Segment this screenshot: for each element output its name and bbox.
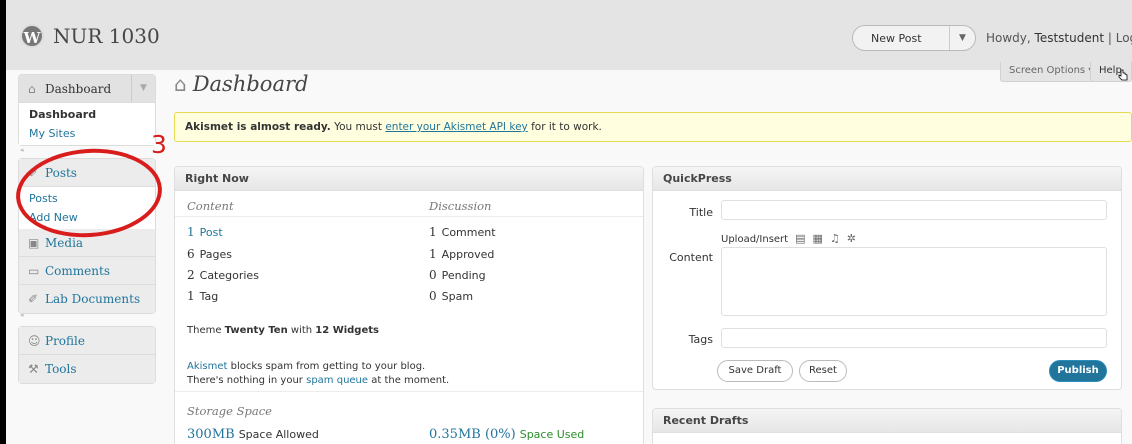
screen-options-tab[interactable]: Screen Options ▾ (1000, 62, 1103, 82)
akismet-notice: Akismet is almost ready. You must enter … (174, 112, 1132, 142)
howdy-text: Howdy, Teststudent | Log Ou (986, 31, 1132, 45)
content-categories-count[interactable]: 2 Categories (187, 268, 259, 282)
submenu-dashboard[interactable]: Dashboard (19, 105, 155, 124)
quickpress-widget: QuickPress Title Upload/Insert ▤ ▦ ♫ ✲ Conte… (652, 166, 1122, 390)
site-name[interactable]: NUR 1030 (53, 24, 160, 48)
discussion-comments-count[interactable]: 1 Comment (429, 225, 496, 239)
upload-insert-label: Upload/Insert (721, 234, 789, 245)
notice-text-2: for it to work. (527, 121, 602, 133)
discussion-spam-count[interactable]: 0 Spam (429, 289, 473, 303)
recent-drafts-widget: Recent Drafts (652, 408, 1122, 444)
howdy-prefix: Howdy, (986, 31, 1035, 45)
notice-text-1: You must (330, 121, 386, 133)
widgets-count[interactable]: 12 Widgets (315, 325, 379, 336)
page-title: ⌂ Dashboard (174, 72, 308, 96)
menu-profile-label: Profile (45, 334, 85, 348)
new-post-label[interactable]: New Post (871, 32, 922, 45)
menu-lab-documents[interactable]: ✐ Lab Documents (19, 285, 155, 313)
akismet-api-key-link[interactable]: enter your Akismet API key (385, 121, 527, 133)
audio-upload-icon[interactable]: ♫ (830, 232, 840, 245)
storage-allowed: 300MB Space Allowed (187, 427, 319, 442)
menu-comments[interactable]: ▭ Comments (19, 257, 155, 285)
content-tags-count[interactable]: 1 Tag (187, 289, 218, 303)
content-textarea[interactable] (721, 247, 1107, 316)
page-title-text: Dashboard (192, 72, 309, 96)
quickpress-title[interactable]: QuickPress (653, 167, 1121, 191)
menu-lab-documents-label: Lab Documents (45, 292, 141, 306)
menu-user-group: ☺ Profile ⚒ Tools (18, 326, 156, 384)
menu-comments-label: Comments (45, 264, 110, 278)
image-upload-icon[interactable]: ▤ (795, 232, 805, 245)
menu-media-label: Media (45, 236, 84, 250)
video-upload-icon[interactable]: ▦ (813, 232, 823, 245)
menu-tools[interactable]: ⚒ Tools (19, 355, 155, 383)
media-upload-icon[interactable]: ✲ (847, 232, 856, 245)
annotation-step-number: 3 (151, 130, 167, 159)
title-input[interactable] (721, 200, 1107, 220)
dashboard-submenu: Dashboard My Sites (19, 103, 155, 145)
dashboard-home-icon: ⌂ (174, 72, 187, 96)
username-link[interactable]: Teststudent (1035, 31, 1105, 45)
right-now-widget: Right Now Content Discussion 1 Post 6 Page… (174, 166, 644, 444)
browser-frame: W NUR 1030 New Post ▼ Howdy, Teststudent… (6, 0, 1132, 444)
tags-label: Tags (688, 333, 713, 346)
menu-dashboard-group: ⌂ Dashboard ▼ Dashboard My Sites (18, 74, 156, 146)
recent-drafts-title[interactable]: Recent Drafts (653, 409, 1121, 433)
pushpin-icon: ✐ (28, 292, 39, 306)
content-heading: Content (187, 199, 234, 213)
dropdown-arrow-icon[interactable]: ▼ (949, 26, 975, 50)
storage-used: 0.35MB (0%) Space Used (429, 427, 585, 442)
right-now-title[interactable]: Right Now (175, 167, 643, 191)
wordpress-logo-icon[interactable]: W (20, 24, 44, 48)
menu-profile[interactable]: ☺ Profile (19, 327, 155, 355)
title-label: Title (689, 206, 713, 219)
menu-toggle-icon[interactable]: ▼ (131, 75, 155, 102)
submenu-my-sites[interactable]: My Sites (19, 124, 155, 143)
content-label: Content (669, 251, 713, 264)
spam-queue-link[interactable]: spam queue (306, 375, 368, 386)
new-post-dropdown[interactable]: New Post ▼ (852, 25, 976, 51)
menu-tools-label: Tools (45, 362, 77, 376)
spam-queue-info: There's nothing in your spam queue at th… (187, 375, 450, 386)
theme-info: Theme Twenty Ten with 12 Widgets (187, 325, 379, 336)
akismet-info: Akismet blocks spam from getting to your… (187, 361, 426, 372)
divider (175, 216, 643, 217)
logout-link[interactable]: | Log Ou (1104, 31, 1132, 45)
divider (175, 391, 643, 392)
menu-dashboard[interactable]: ⌂ Dashboard ▼ (19, 75, 155, 103)
discussion-heading: Discussion (429, 199, 492, 213)
storage-heading: Storage Space (187, 404, 272, 418)
menu-separator: ◂ (20, 311, 24, 319)
notice-bold: Akismet is almost ready. (185, 121, 331, 133)
menu-dashboard-label: Dashboard (45, 82, 112, 96)
theme-name: Twenty Ten (224, 325, 288, 336)
save-draft-button[interactable]: Save Draft (717, 360, 793, 382)
content-posts-count[interactable]: 1 Post (187, 225, 223, 239)
discussion-approved-count[interactable]: 1 Approved (429, 247, 494, 261)
hand-cursor-icon (1118, 69, 1128, 81)
akismet-link[interactable]: Akismet (187, 361, 227, 372)
tools-icon: ⚒ (28, 362, 39, 376)
upload-insert-bar: Upload/Insert ▤ ▦ ♫ ✲ (721, 232, 856, 245)
comment-bubble-icon: ▭ (28, 264, 40, 278)
dashboard-home-icon: ⌂ (28, 82, 36, 96)
content-pages-count[interactable]: 6 Pages (187, 247, 232, 261)
discussion-pending-count[interactable]: 0 Pending (429, 268, 486, 282)
media-icon: ▣ (28, 236, 40, 250)
reset-button[interactable]: Reset (799, 360, 847, 382)
tags-input[interactable] (721, 328, 1107, 348)
publish-button[interactable]: Publish (1049, 360, 1107, 382)
users-icon: ☺ (28, 334, 41, 348)
admin-header: W NUR 1030 New Post ▼ Howdy, Teststudent… (6, 0, 1132, 70)
